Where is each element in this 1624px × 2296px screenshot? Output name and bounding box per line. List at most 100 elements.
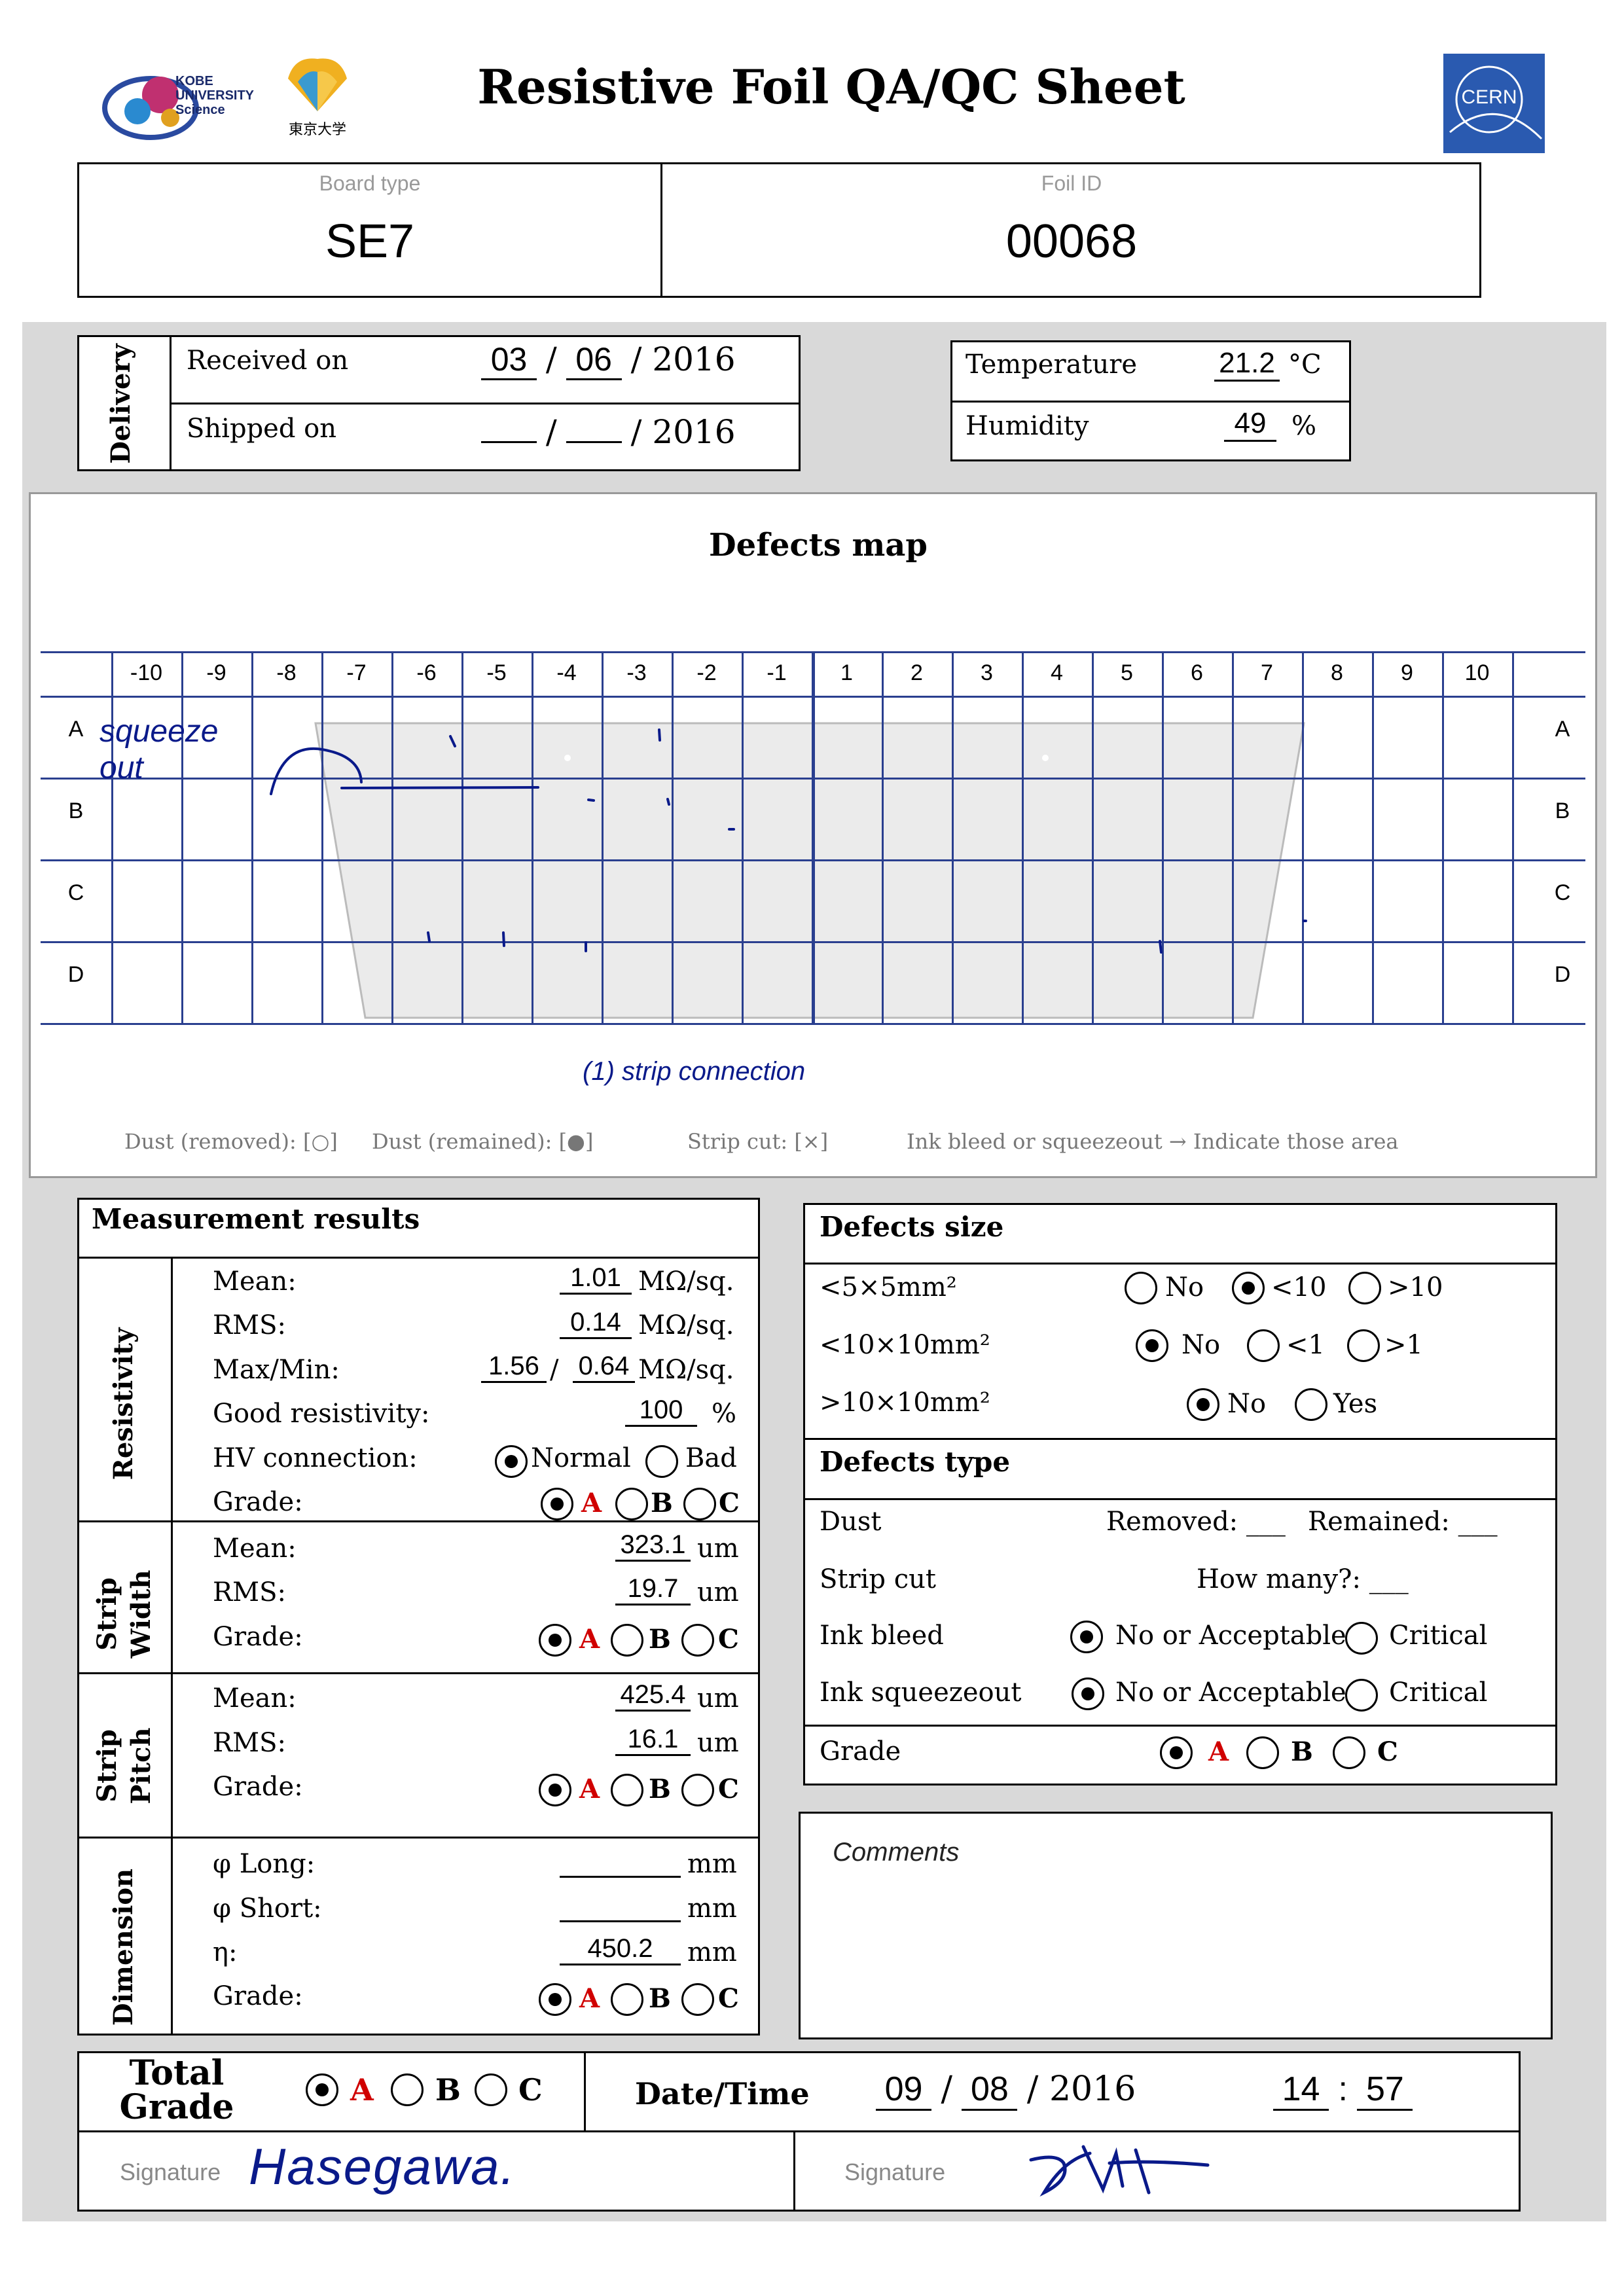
res-min-value: 0.64 — [573, 1352, 635, 1383]
size-row1-lt10-radio[interactable] — [1232, 1272, 1265, 1304]
size-row3-yes-radio[interactable] — [1295, 1388, 1327, 1421]
legend-dust-removed: Dust (removed): [○] — [124, 1129, 338, 1154]
sp-grade-c-label: C — [718, 1774, 739, 1804]
dim-grade-b-radio[interactable] — [611, 1983, 643, 2016]
dim-short-label: φ Short: — [213, 1893, 322, 1924]
defects-type-title: Defects type — [820, 1446, 1011, 1478]
annotation-strip-connection: (1) strip connection — [583, 1057, 806, 1086]
size-row2-gt1-radio[interactable] — [1347, 1329, 1380, 1362]
sp-grade-b-radio[interactable] — [611, 1774, 643, 1806]
comments-label: Comments — [833, 1838, 960, 1867]
res-grade-a-label: A — [581, 1488, 602, 1518]
sp-mean-label: Mean: — [213, 1683, 297, 1713]
tokyo-logo-text: 東京大学 — [288, 122, 346, 138]
hv-normal-radio[interactable] — [495, 1445, 528, 1478]
dim-grade-a-radio[interactable] — [539, 1983, 571, 2016]
size-row2-lt1-radio[interactable] — [1247, 1329, 1280, 1362]
size-row1-label: <5×5mm² — [820, 1272, 957, 1302]
foil-id-label: Foil ID — [1041, 171, 1102, 195]
def-grade-a-radio[interactable] — [1160, 1736, 1193, 1769]
size-row1-no-radio[interactable] — [1125, 1272, 1157, 1304]
ink-bleed-critical-label: Critical — [1389, 1621, 1488, 1651]
total-grade-a-label: A — [350, 2072, 374, 2108]
defect-marks — [270, 728, 1307, 954]
ink-bleed-ok-label: No or Acceptable — [1115, 1621, 1346, 1651]
foil-id-value: 00068 — [1005, 215, 1138, 268]
received-day: 06 — [566, 340, 622, 380]
res-grade-c-radio[interactable] — [683, 1488, 716, 1520]
ink-squeeze-critical-radio[interactable] — [1345, 1679, 1378, 1712]
humidity-unit: % — [1291, 411, 1317, 441]
dim-short-value — [560, 1890, 681, 1922]
defects-grade-label: Grade — [820, 1736, 901, 1767]
legend-ink: Ink bleed or squeezeout → Indicate those… — [907, 1129, 1399, 1154]
received-label: Received on — [187, 346, 349, 376]
date-sep: / — [941, 2070, 952, 2109]
sp-rms-label: RMS: — [213, 1728, 286, 1758]
received-year: / 2016 — [630, 340, 736, 378]
sw-grade-a-radio[interactable] — [539, 1624, 571, 1657]
total-grade-b-radio[interactable] — [391, 2073, 424, 2106]
sw-mean-label: Mean: — [213, 1534, 297, 1564]
ink-squeeze-critical-label: Critical — [1389, 1677, 1488, 1708]
delivery-section-label: Delivery — [105, 344, 136, 464]
res-grade-c-label: C — [719, 1488, 740, 1518]
size-row3-no-radio[interactable] — [1187, 1388, 1219, 1421]
sw-grade-c-radio[interactable] — [681, 1624, 714, 1657]
ink-squeeze-ok-radio[interactable] — [1072, 1677, 1104, 1710]
dim-grade-c-label: C — [718, 1983, 739, 2014]
res-grade-a-radio[interactable] — [541, 1488, 573, 1520]
res-maxmin-label: Max/Min: — [213, 1355, 340, 1385]
strip-width-section-label: Strip Width — [92, 1570, 156, 1659]
res-grade-b-radio[interactable] — [615, 1488, 648, 1520]
meas-divider-v — [171, 1257, 173, 2034]
hv-bad-label: Bad — [685, 1443, 737, 1473]
ink-bleed-critical-radio[interactable] — [1345, 1622, 1378, 1655]
strip-pitch-section-label: Strip Pitch — [92, 1727, 156, 1804]
size-row3-label: >10×10mm² — [820, 1388, 990, 1418]
ink-bleed-ok-radio[interactable] — [1070, 1621, 1103, 1653]
defects-map-grid: -10 -9 -8 -7 -6 -5 -4 -3 -2 -1 1 2 3 4 5 6 7 8 9 10 AABBCCD… — [41, 651, 1585, 1031]
signature-right-label: Signature — [844, 2159, 946, 2185]
type-ink-squeeze-label: Ink squeezeout — [820, 1677, 1022, 1708]
total-divider-h — [79, 2130, 1519, 2132]
humidity-label: Humidity — [965, 411, 1089, 441]
def-grade-a-label: A — [1208, 1736, 1229, 1767]
sw-rms-unit: um — [697, 1577, 739, 1607]
date-day: 09 — [876, 2070, 931, 2111]
tokyo-logo: 東京大学 — [281, 52, 353, 144]
legend-strip-cut: Strip cut: [×] — [687, 1129, 829, 1154]
size-row1-gt10-radio[interactable] — [1348, 1272, 1381, 1304]
meas-divider-h1 — [79, 1257, 758, 1259]
res-good-unit: % — [712, 1399, 737, 1429]
def-grade-c-label: C — [1377, 1736, 1398, 1767]
size-row2-no-radio[interactable] — [1136, 1329, 1168, 1362]
res-rms-label: RMS: — [213, 1310, 286, 1340]
size-row2-gt1-label: >1 — [1384, 1330, 1423, 1360]
total-grade-a-radio[interactable] — [306, 2073, 338, 2106]
signature-left-label: Signature — [120, 2159, 221, 2185]
def-grade-c-radio[interactable] — [1333, 1736, 1365, 1769]
size-row3-no-label: No — [1227, 1389, 1267, 1419]
shipped-year: / 2016 — [630, 413, 736, 451]
kobe-logo: KOBE UNIVERSITY Science — [98, 56, 254, 154]
resistivity-section-label: Resistivity — [108, 1327, 139, 1480]
res-max-value: 1.56 — [481, 1352, 547, 1383]
dim-grade-c-radio[interactable] — [681, 1983, 714, 2016]
shipped-sep: / — [545, 413, 557, 451]
sp-grade-a-radio[interactable] — [539, 1774, 571, 1806]
received-sep: / — [545, 340, 557, 378]
type-ink-bleed-label: Ink bleed — [820, 1621, 944, 1651]
sp-grade-c-radio[interactable] — [681, 1774, 714, 1806]
def-grade-b-radio[interactable] — [1246, 1736, 1279, 1769]
signature-right — [1029, 2145, 1210, 2197]
measurement-title: Measurement results — [92, 1203, 420, 1235]
shipped-day — [566, 408, 622, 443]
def-divider-4 — [805, 1725, 1555, 1727]
received-date: 03 / 06 / 2016 — [481, 340, 736, 380]
sw-grade-label: Grade: — [213, 1622, 303, 1652]
total-grade-c-radio[interactable] — [475, 2073, 507, 2106]
sw-grade-b-radio[interactable] — [611, 1624, 643, 1657]
defects-size-title: Defects size — [820, 1211, 1004, 1243]
hv-bad-radio[interactable] — [645, 1445, 678, 1478]
